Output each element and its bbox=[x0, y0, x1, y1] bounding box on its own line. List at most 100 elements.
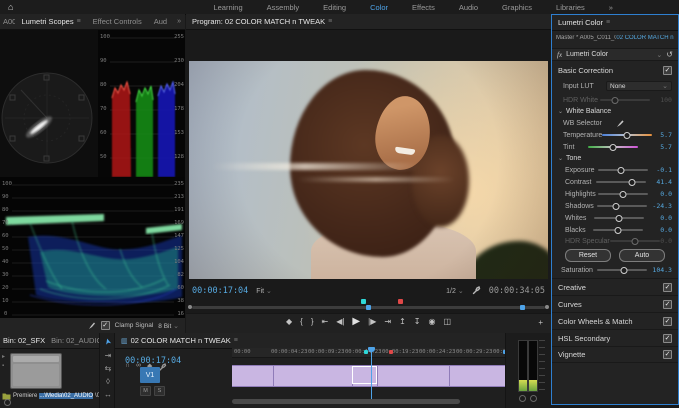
slider-knob[interactable] bbox=[621, 267, 628, 274]
reset-effect-icon[interactable]: ↺ bbox=[666, 50, 673, 59]
marker-blue[interactable] bbox=[520, 305, 525, 310]
sequence-clip-label[interactable]: 02 COLOR MATCH n T... bbox=[616, 35, 674, 41]
tab-effect-controls[interactable]: Effect Controls bbox=[87, 17, 148, 26]
saturation-slider[interactable] bbox=[597, 269, 647, 271]
video-clip-track[interactable] bbox=[232, 365, 505, 387]
workspace-learning[interactable]: Learning bbox=[201, 3, 254, 12]
home-icon[interactable]: ⌂ bbox=[0, 2, 21, 12]
timeline-scrollbar[interactable] bbox=[232, 399, 460, 404]
workspace-editing[interactable]: Editing bbox=[311, 3, 358, 12]
section-color-wheels[interactable]: Color Wheels & Match✓ bbox=[552, 312, 678, 329]
mark-in-button[interactable]: { bbox=[300, 317, 303, 327]
bit-depth-dropdown[interactable]: 8 Bit ⌄ bbox=[158, 322, 179, 330]
workspace-overflow-icon[interactable]: » bbox=[597, 3, 625, 12]
meter-button[interactable] bbox=[519, 395, 526, 402]
tint-slider[interactable] bbox=[588, 146, 638, 148]
effect-name[interactable]: Lumetri Color bbox=[566, 51, 608, 58]
scopes-eyedropper-icon[interactable] bbox=[88, 321, 96, 330]
workspace-audio[interactable]: Audio bbox=[447, 3, 490, 12]
playback-resolution-dropdown[interactable]: 1/2 ⌄ bbox=[446, 287, 464, 295]
section-curves[interactable]: Curves✓ bbox=[552, 295, 678, 312]
timeline-playhead[interactable] bbox=[371, 348, 372, 400]
hsl-secondary-checkbox[interactable]: ✓ bbox=[663, 334, 672, 343]
marker-red[interactable] bbox=[398, 299, 403, 304]
step-forward-button[interactable]: |▶ bbox=[368, 317, 376, 327]
workspace-assembly[interactable]: Assembly bbox=[255, 3, 312, 12]
hdr-white-slider[interactable] bbox=[600, 99, 650, 101]
mute-button[interactable]: M bbox=[140, 386, 151, 396]
contrast-value[interactable]: 41.4 bbox=[651, 178, 672, 186]
button-editor-plus[interactable]: + bbox=[538, 318, 543, 328]
timeline-playhead-cap[interactable] bbox=[368, 347, 375, 352]
tone-header[interactable]: ⌄ Tone bbox=[552, 155, 678, 162]
temperature-slider[interactable] bbox=[602, 134, 652, 136]
meter-button[interactable] bbox=[530, 395, 537, 402]
blacks-slider[interactable] bbox=[593, 229, 643, 231]
shadows-value[interactable]: -24.3 bbox=[651, 202, 672, 210]
curves-checkbox[interactable]: ✓ bbox=[663, 300, 672, 309]
slider-knob[interactable] bbox=[615, 227, 622, 234]
reset-button[interactable]: Reset bbox=[565, 249, 611, 262]
scrubber-playhead[interactable] bbox=[366, 305, 371, 310]
panel-menu-icon[interactable]: ≡ bbox=[606, 19, 610, 26]
tab-bin-audio[interactable]: Bin: 02_AUDIO bbox=[48, 336, 99, 345]
tab-lumetri-color[interactable]: Lumetri Color≡ bbox=[552, 18, 616, 27]
auto-button[interactable]: Auto bbox=[619, 249, 665, 262]
highlights-slider[interactable] bbox=[598, 193, 648, 195]
program-scrubber[interactable] bbox=[186, 298, 551, 312]
scrubber-handle-right[interactable] bbox=[545, 305, 549, 309]
basic-correction-header[interactable]: Basic Correction ✓ bbox=[552, 66, 678, 75]
track-header-v1[interactable]: V1 bbox=[140, 367, 160, 383]
workspace-graphics[interactable]: Graphics bbox=[490, 3, 544, 12]
section-hsl-secondary[interactable]: HSL Secondary✓ bbox=[552, 329, 678, 346]
contrast-slider[interactable] bbox=[596, 181, 646, 183]
slider-knob[interactable] bbox=[620, 191, 627, 198]
tab-sequence[interactable]: ▥ 02 COLOR MATCH n TWEAK ≡ bbox=[115, 336, 244, 345]
comparison-view-button[interactable]: ◫ bbox=[443, 317, 451, 327]
slip-tool[interactable]: ↔ bbox=[100, 390, 116, 399]
section-creative[interactable]: Creative✓ bbox=[552, 278, 678, 295]
export-frame-button[interactable]: ◉ bbox=[428, 317, 435, 327]
slider-knob[interactable] bbox=[609, 144, 616, 151]
workspace-color[interactable]: Color bbox=[358, 3, 400, 12]
tab-overflow-icon[interactable]: » bbox=[173, 18, 185, 25]
razor-tool[interactable]: ◊ bbox=[100, 377, 116, 386]
bin-thumb-view-icon[interactable]: ▪ bbox=[2, 363, 4, 369]
marker-cyan[interactable] bbox=[361, 299, 366, 304]
chevron-down-icon[interactable]: ⌄ bbox=[656, 51, 662, 59]
hdr-specular-value[interactable]: 0.0 bbox=[660, 237, 672, 245]
step-back-button[interactable]: ◀| bbox=[336, 317, 344, 327]
tab-lumetri-scopes[interactable]: Lumetri Scopes≡ bbox=[15, 17, 86, 26]
slider-knob[interactable] bbox=[631, 238, 638, 245]
workspace-libraries[interactable]: Libraries bbox=[544, 3, 597, 12]
snap-icon[interactable]: ∩ bbox=[125, 362, 130, 372]
add-marker-button[interactable]: ◆ bbox=[286, 317, 292, 327]
slider-knob[interactable] bbox=[617, 167, 624, 174]
timeline-marker-red[interactable] bbox=[389, 350, 393, 354]
whites-slider[interactable] bbox=[594, 217, 644, 219]
whites-value[interactable]: 0.0 bbox=[651, 214, 672, 222]
slider-knob[interactable] bbox=[628, 179, 635, 186]
hdr-specular-slider[interactable] bbox=[610, 240, 660, 242]
tab-audio-clipped[interactable]: Aud bbox=[148, 17, 173, 26]
highlights-value[interactable]: 0.0 bbox=[651, 190, 672, 198]
clamp-signal-checkbox[interactable]: ✓ bbox=[101, 321, 110, 330]
bin-path-highlighted[interactable]: ...\Media\02_AUDIO bbox=[39, 393, 93, 399]
creative-checkbox[interactable]: ✓ bbox=[663, 283, 672, 292]
wb-eyedropper-icon[interactable] bbox=[616, 119, 625, 128]
white-balance-header[interactable]: ⌄ White Balance bbox=[552, 108, 678, 115]
tint-value[interactable]: 5.7 bbox=[651, 143, 672, 151]
blacks-value[interactable]: 0.0 bbox=[651, 226, 672, 234]
bin-footer-icon[interactable] bbox=[4, 399, 11, 406]
tab-bin-sfx[interactable]: Bin: 02_SFX bbox=[0, 336, 48, 345]
go-to-out-button[interactable]: ⇥ bbox=[384, 317, 391, 327]
settings-wrench-icon[interactable] bbox=[472, 286, 481, 295]
color-wheels-checkbox[interactable]: ✓ bbox=[663, 317, 672, 326]
track-select-tool[interactable]: ⇥ bbox=[100, 351, 116, 360]
program-timecode[interactable]: 00:00:17:04 bbox=[192, 286, 248, 296]
exposure-slider[interactable] bbox=[598, 169, 648, 171]
mark-out-button[interactable]: } bbox=[311, 317, 314, 327]
vignette-checkbox[interactable]: ✓ bbox=[663, 350, 672, 359]
master-clip-label[interactable]: Master * A005_C011_01... bbox=[556, 35, 616, 41]
temperature-value[interactable]: 5.7 bbox=[652, 131, 672, 139]
